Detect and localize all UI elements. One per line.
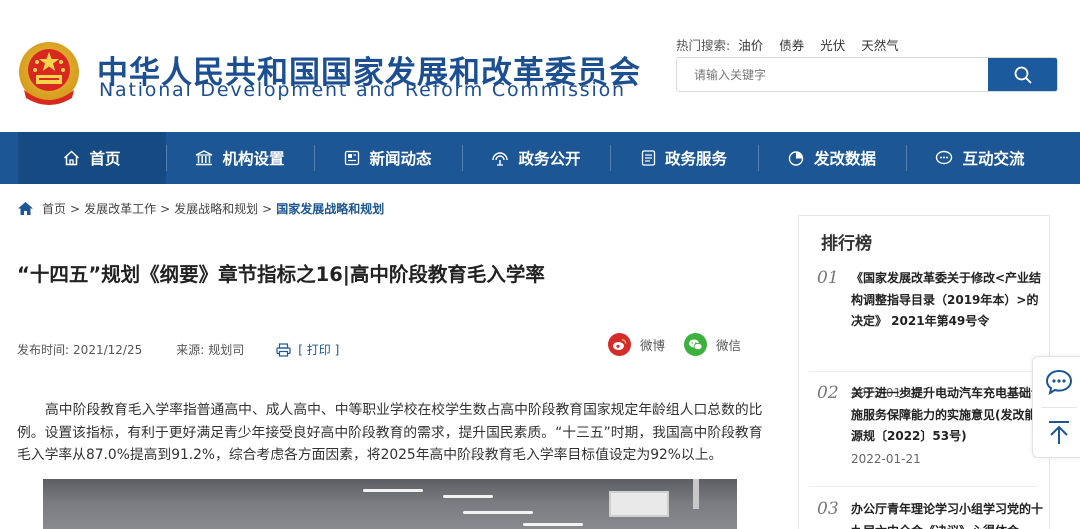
consult-button[interactable] xyxy=(1033,357,1080,407)
print-button[interactable]: [ 打印 ] xyxy=(276,341,339,358)
page: 中华人民共和国国家发展和改革委员会 National Development a… xyxy=(0,0,1080,529)
hot-search-item[interactable]: 油价 xyxy=(738,38,763,53)
nav-item-data[interactable]: 发改数据 xyxy=(758,132,906,184)
divider xyxy=(809,486,1037,487)
hot-search-item[interactable]: 债券 xyxy=(779,38,804,53)
pie-chart-icon xyxy=(788,150,805,166)
nav-item-label: 发改数据 xyxy=(813,150,876,168)
chat-icon xyxy=(935,150,953,166)
nav-item-gov-services[interactable]: 政务服务 xyxy=(610,132,758,184)
breadcrumb-separator: > xyxy=(262,201,273,216)
wechat-icon xyxy=(684,333,707,356)
article-meta: 发布时间: 2021/12/25 来源: 规划司 [ 打印 ] xyxy=(17,341,339,358)
share-wechat-button[interactable]: 微信 xyxy=(684,333,741,356)
home-icon[interactable] xyxy=(17,201,34,216)
building-icon xyxy=(195,150,213,166)
nav-item-organization[interactable]: 机构设置 xyxy=(166,132,314,184)
breadcrumb-current[interactable]: 国家发展战略和规划 xyxy=(276,200,384,217)
search-button[interactable] xyxy=(988,58,1057,91)
search-icon xyxy=(1014,66,1031,83)
breadcrumb-link[interactable]: 发展战略和规划 xyxy=(174,200,258,217)
source-value: 规划司 xyxy=(208,343,245,357)
national-emblem-logo[interactable] xyxy=(16,40,82,108)
publish-label: 发布时间: xyxy=(17,343,70,357)
printer-icon xyxy=(276,342,291,357)
share-label: 微信 xyxy=(716,338,742,353)
nav-item-home[interactable]: 首页 xyxy=(18,132,166,184)
nav-item-gov-affairs[interactable]: 政务公开 xyxy=(462,132,610,184)
share-label: 微博 xyxy=(640,338,666,353)
nav-item-news[interactable]: 新闻动态 xyxy=(314,132,462,184)
site-title-en: National Development and Reform Commissi… xyxy=(99,79,626,101)
nav-item-interaction[interactable]: 互动交流 xyxy=(906,132,1054,184)
breadcrumb: 首页 > 发展改革工作 > 发展战略和规划 > 国家发展战略和规划 xyxy=(17,200,384,217)
article-photo xyxy=(43,479,737,529)
article-body: 高中阶段教育毛入学率指普通高中、成人高中、中等职业学校在校学生数占高中阶段教育国… xyxy=(17,402,763,463)
hot-search-label: 热门搜索: xyxy=(676,38,731,53)
hot-search: 热门搜索: 油价 债券 光伏 天然气 xyxy=(676,35,911,54)
weibo-icon xyxy=(608,333,631,356)
nav-item-label: 首页 xyxy=(89,150,121,168)
article-title: “十四五”规划《纲要》章节指标之16|高中阶段教育毛入学率 xyxy=(17,263,545,286)
nav-item-label: 政务公开 xyxy=(518,150,581,168)
news-icon xyxy=(344,150,360,166)
breadcrumb-separator: > xyxy=(160,201,171,216)
back-to-top-button[interactable] xyxy=(1033,408,1080,458)
rank-number: 02 xyxy=(817,383,839,403)
divider xyxy=(809,371,1037,372)
print-label: [ 打印 ] xyxy=(298,343,340,357)
main-nav: 首页 机构设置 新闻动态 政务公开 政务服务 发改数据 互动交流 xyxy=(0,132,1080,184)
breadcrumb-link[interactable]: 首页 xyxy=(42,200,66,217)
publish-date: 2021/12/25 xyxy=(73,342,143,357)
nav-item-label: 新闻动态 xyxy=(369,150,432,168)
rank-number: 01 xyxy=(817,268,839,288)
search-box xyxy=(676,57,1058,92)
hot-search-item[interactable]: 天然气 xyxy=(861,38,899,53)
rank-link[interactable]: 办公厅青年理论学习小组学习党的十九届六中全会《决议》心得体会 xyxy=(851,499,1047,529)
rank-date: 2022-01-21 xyxy=(851,452,921,466)
search-input[interactable] xyxy=(677,58,989,91)
nav-item-label: 互动交流 xyxy=(962,150,1025,168)
rank-number: 03 xyxy=(817,499,839,519)
hot-search-item[interactable]: 光伏 xyxy=(820,38,845,53)
ranking-sidebar: 排行榜 01 《国家发展改革委关于修改<产业结构调整指导目录（2019年本）>的… xyxy=(798,215,1050,529)
chat-bubble-icon xyxy=(1045,369,1073,395)
source-label: 来源: xyxy=(176,343,205,357)
nav-item-label: 政务服务 xyxy=(664,150,727,168)
share-weibo-button[interactable]: 微博 xyxy=(608,333,665,356)
rank-link[interactable]: 关于进一步提升电动汽车充电基础设施服务保障能力的实施意见(发改能源规〔2022〕… xyxy=(851,383,1047,448)
home-icon xyxy=(63,150,80,166)
breadcrumb-link[interactable]: 发展改革工作 xyxy=(84,200,156,217)
breadcrumb-separator: > xyxy=(70,201,81,216)
sidebar-title: 排行榜 xyxy=(821,234,872,254)
broadcast-icon xyxy=(491,150,509,166)
float-toolbar xyxy=(1032,356,1080,458)
back-to-top-icon xyxy=(1049,421,1069,444)
nav-item-label: 机构设置 xyxy=(222,150,285,168)
rank-link[interactable]: 《国家发展改革委关于修改<产业结构调整指导目录（2019年本）>的决定》 202… xyxy=(851,268,1047,333)
site-header: 中华人民共和国国家发展和改革委员会 National Development a… xyxy=(0,0,1080,132)
document-icon xyxy=(641,150,656,166)
